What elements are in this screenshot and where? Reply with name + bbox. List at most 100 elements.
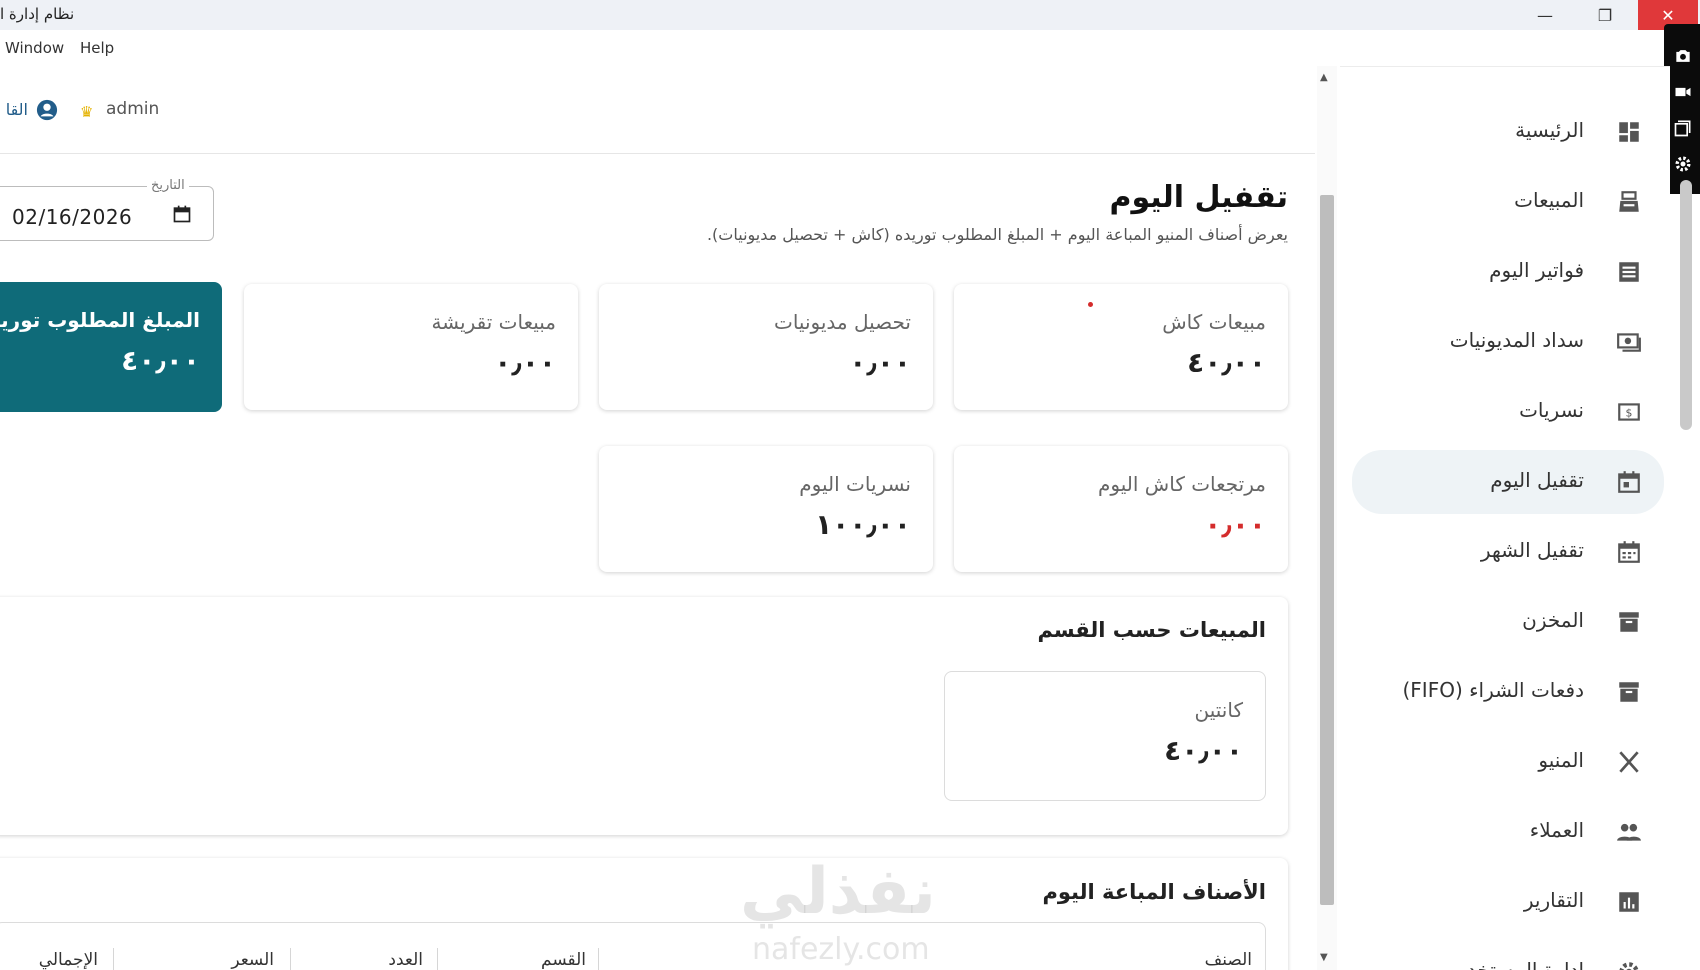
sidebar-item-label: دفعات الشراء (FIFO) <box>1402 678 1584 702</box>
sidebar-item-label: تقفيل اليوم <box>1490 468 1584 492</box>
people-icon <box>1617 823 1641 841</box>
sidebar-item-label: إدارة المستخدمين <box>1435 958 1584 970</box>
sidebar-item-warehouse[interactable]: المخزن <box>1352 590 1664 654</box>
card-cash-returns: مرتجعات كاش اليوم ٠٫٠٠ <box>954 446 1288 572</box>
column-header-price[interactable]: السعر <box>231 950 274 970</box>
column-header-item[interactable]: الصنف <box>1205 950 1252 970</box>
category-value: ٤٠٫٠٠ <box>1164 734 1243 767</box>
scroll-down-arrow[interactable]: ▼ <box>1320 952 1328 963</box>
card-title: المبلغ المطلوب توريده <box>0 308 200 332</box>
sidebar-item-purchase-batches[interactable]: دفعات الشراء (FIFO) <box>1352 660 1664 724</box>
date-label: التاريخ <box>147 178 189 193</box>
indicator-dot <box>1088 302 1093 307</box>
sidebar-item-label: العملاء <box>1529 818 1584 842</box>
sidebar-item-label: المخزن <box>1522 608 1584 632</box>
sidebar-scrollbar[interactable] <box>1680 180 1692 430</box>
card-required-supply: المبلغ المطلوب توريده ٤٠٫٠٠ <box>0 282 222 412</box>
sidebar-item-month-close[interactable]: تقفيل الشهر <box>1352 520 1664 584</box>
card-value: ٤٠٫٠٠ <box>121 344 200 377</box>
column-divider <box>437 948 438 970</box>
card-title: مبيعات تقريشة <box>431 310 556 334</box>
card-value: ٠٫٠٠ <box>494 346 556 379</box>
window-capture-icon[interactable] <box>1673 118 1693 138</box>
card-title: مرتجعات كاش اليوم <box>1098 472 1266 496</box>
column-divider <box>598 948 599 970</box>
calendar-month-icon <box>1618 541 1640 563</box>
sidebar-item-label: سداد المديونيات <box>1449 328 1584 352</box>
archive-icon <box>1619 612 1639 632</box>
card-title: تحصيل مديونيات <box>774 310 911 334</box>
money-icon: $ <box>1618 403 1640 421</box>
card-value: ٤٠٫٠٠ <box>1187 346 1266 379</box>
calendar-today-icon <box>1618 471 1640 493</box>
sidebar-item-label: المنيو <box>1538 748 1584 772</box>
inventory-icon <box>1619 682 1639 702</box>
sidebar-item-label: تقفيل الشهر <box>1480 538 1584 562</box>
card-title: مبيعات كاش <box>1162 310 1266 334</box>
category-name: كانتين <box>1194 698 1243 722</box>
card-debt-collection: تحصيل مديونيات ٠٫٠٠ <box>599 284 933 410</box>
username-label: admin <box>106 99 160 119</box>
section-title: الأصناف المباعة اليوم <box>1042 880 1266 904</box>
payment-icon <box>1617 333 1641 352</box>
minimize-button[interactable]: — <box>1515 0 1575 30</box>
column-divider <box>290 948 291 970</box>
video-icon[interactable] <box>1673 82 1693 102</box>
svg-text:$: $ <box>1626 406 1633 419</box>
maximize-button[interactable]: ❐ <box>1575 0 1635 30</box>
cash-register-icon <box>1619 191 1639 212</box>
card-taqrisha-sales: مبيعات تقريشة ٠٫٠٠ <box>244 284 578 410</box>
page-subtitle: يعرض أصناف المنيو المباعة اليوم + المبلغ… <box>706 225 1288 244</box>
sidebar-item-invoices[interactable]: فواتير اليوم <box>1352 240 1664 304</box>
settings-icon <box>1619 962 1639 970</box>
column-header-total[interactable]: الإجمالي <box>39 950 98 970</box>
sidebar-item-debt-payment[interactable]: سداد المديونيات <box>1352 310 1664 374</box>
card-value: ٠٫٠٠ <box>849 346 911 379</box>
bar-chart-icon <box>1619 892 1639 912</box>
card-value: ٠٫٠٠ <box>1204 508 1266 541</box>
column-divider <box>113 948 114 970</box>
column-header-category[interactable]: القسم <box>541 950 586 970</box>
receipt-icon <box>1619 262 1639 282</box>
sold-items-table <box>0 922 1266 970</box>
dashboard-icon <box>1619 122 1639 142</box>
card-expenses-today: نسريات اليوم ١٠٠٫٠٠ <box>599 446 933 572</box>
sidebar-item-expenses[interactable]: $ نسريات <box>1352 380 1664 444</box>
main-scrollbar-thumb[interactable] <box>1320 195 1334 905</box>
gear-icon[interactable] <box>1673 154 1693 174</box>
section-title: المبيعات حسب القسم <box>1037 618 1266 642</box>
category-card: كانتين ٤٠٫٠٠ <box>944 671 1266 801</box>
menu-help[interactable]: Help <box>80 39 114 57</box>
card-cash-sales: مبيعات كاش ٤٠٫٠٠ <box>954 284 1288 410</box>
page-title: تقفيل اليوم <box>1109 180 1288 215</box>
sidebar-item-label: نسريات <box>1519 398 1584 422</box>
camera-icon[interactable] <box>1673 46 1693 66</box>
sidebar-item-day-close[interactable]: تقفيل اليوم <box>1352 450 1664 514</box>
card-title: نسريات اليوم <box>799 472 911 496</box>
sidebar-item-label: فواتير اليوم <box>1489 258 1584 282</box>
crown-icon: ♛ <box>80 103 94 121</box>
utensils-icon <box>1619 751 1639 773</box>
sidebar-item-menu[interactable]: المنيو <box>1352 730 1664 794</box>
menu-window[interactable]: Window <box>5 39 64 57</box>
sidebar-item-users[interactable]: إدارة المستخدمين <box>1352 940 1664 970</box>
scroll-up-arrow[interactable]: ▲ <box>1320 72 1328 83</box>
column-header-count[interactable]: العدد <box>388 950 423 970</box>
cashier-name[interactable]: القا <box>0 100 28 119</box>
sidebar-item-label: الرئيسية <box>1515 118 1584 142</box>
title-bar: نظام إدارة ا — ❐ ✕ <box>0 0 1700 30</box>
menu-bar: Window Help <box>0 30 1620 66</box>
sidebar-item-customers[interactable]: العملاء <box>1352 800 1664 864</box>
window-title: نظام إدارة ا <box>0 5 75 23</box>
calendar-icon[interactable] <box>172 204 192 224</box>
account-circle-icon[interactable] <box>36 99 58 121</box>
date-input[interactable]: 02/16/2026 <box>12 205 132 229</box>
sidebar-item-label: المبيعات <box>1514 188 1584 212</box>
watermark-logo: نفذلي <box>740 855 936 929</box>
sidebar-item-home[interactable]: الرئيسية <box>1352 100 1664 164</box>
sidebar-item-label: التقارير <box>1523 888 1584 912</box>
watermark-url: nafezly.com <box>752 932 930 967</box>
sidebar-item-reports[interactable]: التقارير <box>1352 870 1664 934</box>
card-value: ١٠٠٫٠٠ <box>815 508 911 541</box>
sidebar-item-sales[interactable]: المبيعات <box>1352 170 1664 234</box>
